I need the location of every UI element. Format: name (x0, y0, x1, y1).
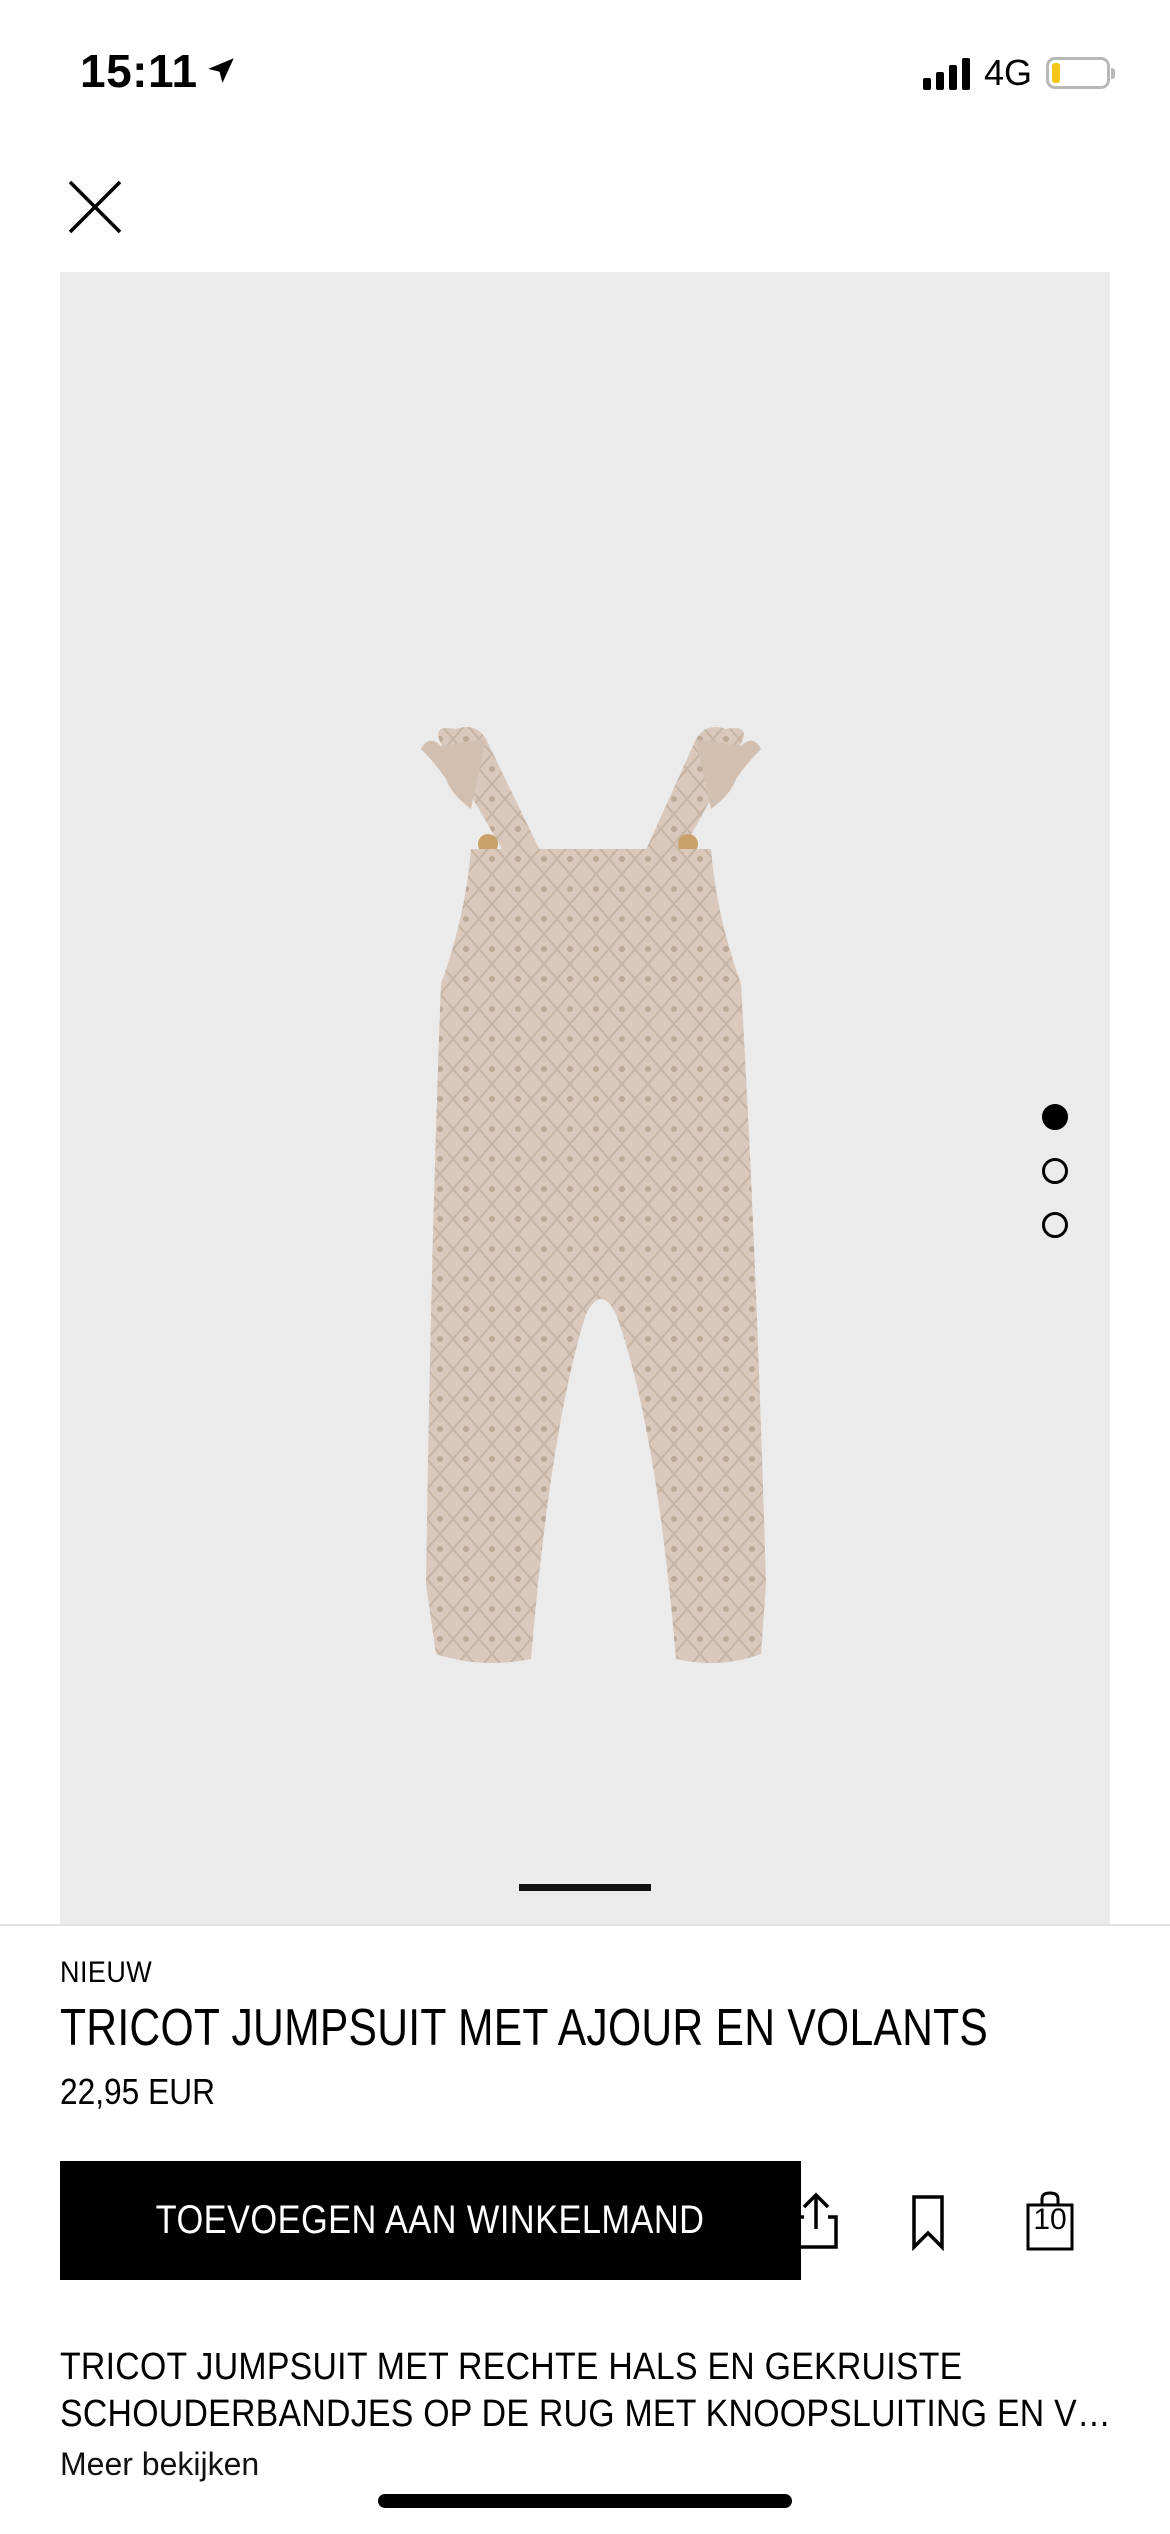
share-icon (794, 2192, 838, 2249)
status-indicators: 4G (922, 52, 1115, 94)
product-info-panel: NIEUW TRICOT JUMPSUIT MET AJOUR EN VOLAN… (0, 1924, 1170, 2534)
share-button[interactable] (776, 2181, 856, 2261)
bookmark-icon (912, 2195, 944, 2252)
gallery-dot-3[interactable] (1042, 1212, 1068, 1238)
product-price: 22,95 EUR (60, 2071, 215, 2112)
close-icon (68, 180, 122, 234)
new-badge: NIEUW (60, 1956, 153, 1989)
product-image-gallery[interactable] (60, 272, 1110, 1924)
description-line-2: SCHOUDERBANDJES OP DE RUG MET KNOOPSLUIT… (60, 2393, 1120, 2435)
gallery-pagination (1042, 1104, 1068, 1238)
status-bar: 15:11 4G (0, 0, 1170, 150)
bag-count: 10 (1033, 2203, 1067, 2236)
product-title: TRICOT JUMPSUIT MET AJOUR EN VOLANTS (60, 1999, 989, 2057)
location-arrow-icon (207, 58, 234, 84)
close-button[interactable] (60, 172, 130, 242)
bookmark-button[interactable] (888, 2181, 968, 2261)
status-time: 15:11 (80, 44, 238, 98)
scroll-indicator (519, 1884, 651, 1891)
home-indicator[interactable] (378, 2494, 792, 2508)
product-description: TRICOT JUMPSUIT MET RECHTE HALS EN GEKRU… (60, 2344, 1120, 2438)
network-type: 4G (983, 52, 1032, 93)
add-to-cart-label: TOEVOEGEN AAN WINKELMAND (156, 2198, 705, 2242)
gallery-dot-2[interactable] (1042, 1158, 1068, 1184)
battery-low-icon (1046, 57, 1115, 89)
shopping-bag-button[interactable]: 10 (1010, 2181, 1090, 2261)
status-time-text: 15:11 (80, 45, 198, 97)
signal-bars-icon (922, 56, 970, 90)
battery-level (1052, 63, 1060, 83)
add-to-cart-button[interactable]: TOEVOEGEN AAN WINKELMAND (60, 2161, 801, 2280)
description-line-1: TRICOT JUMPSUIT MET RECHTE HALS EN GEKRU… (60, 2346, 963, 2388)
product-image (421, 726, 766, 1663)
see-more-link[interactable]: Meer bekijken (60, 2446, 259, 2483)
gallery-dot-1[interactable] (1042, 1104, 1068, 1130)
